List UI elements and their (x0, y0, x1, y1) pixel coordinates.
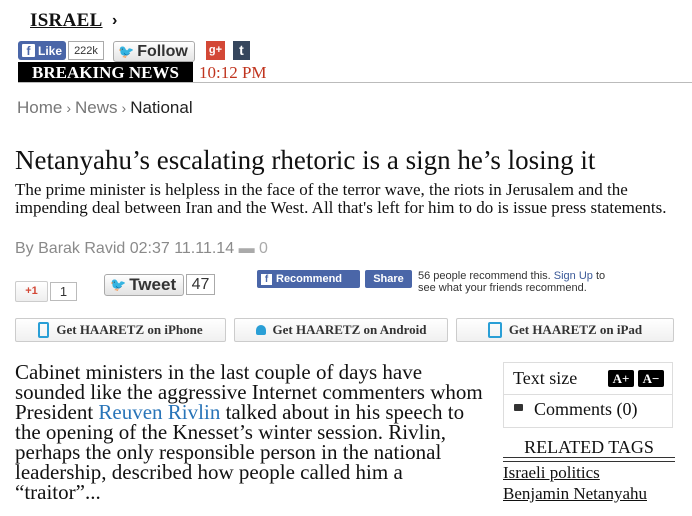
twitter-bird-icon: 🐦 (118, 43, 135, 59)
text-size-row: Text size A+ A− (504, 363, 672, 395)
text-size-decrease-button[interactable]: A− (638, 370, 664, 387)
section-title-link[interactable]: ISRAEL (30, 10, 103, 32)
recommend-social-text: 56 people recommend this. Sign Up to see… (418, 270, 618, 294)
breadcrumb-home[interactable]: Home (17, 98, 62, 117)
comment-bubble-icon[interactable]: ▬ (239, 240, 255, 257)
article-headline: Netanyahu’s escalating rhetoric is a sig… (15, 145, 596, 175)
facebook-like-button[interactable]: f Like (18, 41, 66, 60)
android-app-label: Get HAARETZ on Android (272, 322, 427, 337)
google-plus-icon[interactable]: g+ (206, 41, 225, 60)
facebook-recommend-button[interactable]: f Recommend (257, 270, 360, 288)
tweet-label: Tweet (129, 275, 177, 294)
ipad-app-label: Get HAARETZ on iPad (508, 322, 643, 337)
breadcrumb-news[interactable]: News (75, 98, 118, 117)
iphone-app-label: Get HAARETZ on iPhone (56, 322, 203, 337)
tumblr-icon[interactable]: t (233, 41, 250, 60)
breadcrumb: Home › News › National (17, 98, 193, 118)
text-size-increase-button[interactable]: A+ (608, 370, 634, 387)
like-count: 222k (68, 41, 104, 60)
tag-link[interactable]: Israeli politics (503, 463, 600, 483)
recommend-count-text: 56 people recommend this. (418, 270, 551, 282)
byline-text: By Barak Ravid 02:37 11.11.14 (15, 240, 235, 257)
get-ipad-app-button[interactable]: Get HAARETZ on iPad (456, 318, 674, 342)
tag-link[interactable]: Benjamin Netanyahu (503, 484, 647, 504)
article-subhead: The prime minister is helpless in the fa… (15, 180, 667, 217)
get-android-app-button[interactable]: Get HAARETZ on Android (234, 318, 448, 342)
text-size-label: Text size (513, 368, 578, 388)
google-plus-count: 1 (50, 282, 77, 301)
ipad-icon (487, 322, 502, 338)
article-tools-box: Text size A+ A− Comments (0) (503, 362, 673, 428)
related-tags-title: RELATED TAGS (524, 437, 654, 457)
article-body: Cabinet ministers in the last couple of … (15, 362, 487, 503)
sign-up-link[interactable]: Sign Up (554, 270, 593, 282)
twitter-bird-icon: 🐦 (110, 277, 127, 292)
breaking-news-label: BREAKING NEWS (18, 62, 193, 82)
facebook-icon: f (261, 273, 272, 285)
facebook-icon: f (22, 44, 35, 58)
comment-count[interactable]: 0 (259, 240, 268, 257)
like-label: Like (38, 43, 63, 58)
google-plus-one-button[interactable]: +1 (15, 281, 48, 302)
breadcrumb-national[interactable]: National (130, 98, 192, 117)
breaking-news-time: 10:12 PM (199, 63, 267, 82)
divider (18, 82, 692, 83)
twitter-follow-button[interactable]: 🐦 Follow (113, 41, 195, 62)
iphone-icon (38, 322, 50, 338)
follow-label: Follow (137, 42, 188, 60)
chevron-right-icon: › (112, 12, 118, 29)
android-icon (255, 325, 266, 335)
comment-icon (514, 404, 523, 411)
comments-link[interactable]: Comments (0) (534, 399, 638, 420)
article-byline: By Barak Ravid 02:37 11.11.14 ▬ 0 (15, 240, 268, 258)
breadcrumb-separator: › (66, 100, 72, 116)
tweet-button[interactable]: 🐦 Tweet (104, 274, 184, 296)
facebook-share-button[interactable]: Share (365, 270, 412, 288)
get-iphone-app-button[interactable]: Get HAARETZ on iPhone (15, 318, 226, 342)
tweet-count: 47 (186, 274, 215, 295)
recommend-label: Recommend (276, 273, 343, 285)
breadcrumb-separator: › (121, 100, 127, 116)
divider (503, 457, 675, 462)
